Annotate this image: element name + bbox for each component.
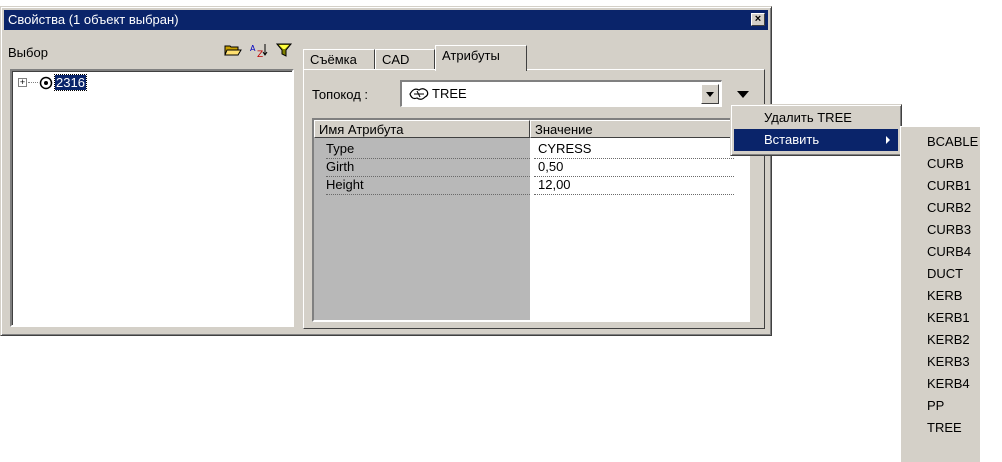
submenu-item[interactable]: KERB4 <box>901 373 981 395</box>
context-menu: Удалить TREE Вставить <box>730 104 902 156</box>
submenu-item[interactable]: KERB3 <box>901 351 981 373</box>
menu-dropdown-icon[interactable] <box>737 91 749 98</box>
submenu-item[interactable]: CURB1 <box>901 175 981 197</box>
attributes-panel: Топокод : TREE Имя Атрибута Значение Typ… <box>303 69 765 329</box>
submenu-item[interactable]: KERB2 <box>901 329 981 351</box>
submenu-item[interactable]: CURB4 <box>901 241 981 263</box>
table-row[interactable]: Girth 0,50 <box>314 158 748 177</box>
menu-item-label: Вставить <box>764 132 820 147</box>
header-attribute-name[interactable]: Имя Атрибута <box>314 120 530 138</box>
tree-connector <box>28 82 38 83</box>
attribute-value[interactable]: CYRESS <box>534 140 734 159</box>
menu-item-label: Удалить TREE <box>764 110 852 125</box>
tree-node-label[interactable]: 2316 <box>54 74 87 91</box>
menu-item-delete[interactable]: Удалить TREE <box>734 107 898 129</box>
row-indicator <box>316 140 318 158</box>
table-row[interactable]: Type CYRESS <box>314 140 748 159</box>
submenu-item[interactable]: BCABLE <box>901 131 981 153</box>
sort-az-icon[interactable]: A Z <box>250 42 268 60</box>
submenu-arrow-icon <box>886 136 890 144</box>
selection-label: Выбор <box>8 45 48 60</box>
attributes-grid: Имя Атрибута Значение Type CYRESS Girth … <box>312 118 750 322</box>
topocode-value: TREE <box>432 86 467 101</box>
attribute-name: Type <box>326 140 530 159</box>
svg-text:Z: Z <box>257 50 263 58</box>
tab-attributes[interactable]: Атрибуты <box>435 45 527 71</box>
menu-item-insert[interactable]: Вставить <box>734 129 898 151</box>
selection-toolbar: A Z <box>224 42 294 60</box>
attribute-value[interactable]: 12,00 <box>534 176 734 195</box>
submenu-item[interactable]: TREE <box>901 417 981 439</box>
close-button[interactable]: × <box>751 13 765 26</box>
header-value[interactable]: Значение <box>530 120 748 138</box>
submenu-item[interactable]: PP <box>901 395 981 417</box>
attribute-value[interactable]: 0,50 <box>534 158 734 177</box>
submenu-item[interactable]: CURB <box>901 153 981 175</box>
insert-submenu: BCABLE CURB CURB1 CURB2 CURB3 CURB4 DUCT… <box>900 126 980 462</box>
window-title: Свойства (1 объект выбран) <box>8 12 179 27</box>
selection-tree[interactable]: + 2316 <box>10 69 294 327</box>
attribute-name: Girth <box>326 158 530 177</box>
submenu-item[interactable]: CURB3 <box>901 219 981 241</box>
selection-pane: Выбор A Z + 2316 <box>6 33 298 331</box>
tree-symbol-icon <box>408 85 430 103</box>
tab-cad[interactable]: CAD <box>375 49 435 69</box>
table-row[interactable]: Height 12,00 <box>314 176 748 195</box>
properties-pane: Съёмка CAD Атрибуты Топокод : TREE Имя А… <box>303 33 767 331</box>
attribute-name: Height <box>326 176 530 195</box>
chevron-down-icon[interactable] <box>701 84 719 104</box>
point-object-icon <box>39 76 53 90</box>
topocode-select[interactable]: TREE <box>400 80 722 107</box>
folder-open-icon[interactable] <box>224 42 242 58</box>
tree-node[interactable]: + 2316 <box>18 74 87 91</box>
topocode-label: Топокод : <box>312 87 369 102</box>
submenu-item[interactable]: KERB <box>901 285 981 307</box>
title-bar[interactable]: Свойства (1 объект выбран) × <box>4 10 768 30</box>
submenu-item[interactable]: KERB1 <box>901 307 981 329</box>
filter-icon[interactable] <box>275 42 294 58</box>
svg-text:A: A <box>250 44 256 53</box>
submenu-item[interactable]: DUCT <box>901 263 981 285</box>
submenu-item[interactable]: CURB2 <box>901 197 981 219</box>
tree-expander[interactable]: + <box>18 78 27 87</box>
tab-survey[interactable]: Съёмка <box>303 49 375 69</box>
properties-window: Свойства (1 объект выбран) × Выбор A Z +… <box>0 6 772 336</box>
grid-header: Имя Атрибута Значение <box>314 120 748 138</box>
